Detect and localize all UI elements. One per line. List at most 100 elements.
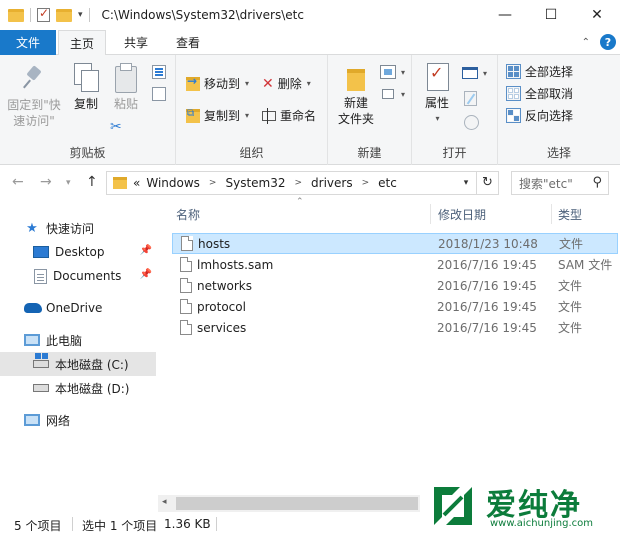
customize-toolbar-dropdown[interactable]: ▾ xyxy=(78,10,83,20)
paste-label: 粘贴 xyxy=(113,97,138,111)
open-button[interactable]: ▾ xyxy=(462,67,487,79)
organize-group: 移动到 ▾ 复制到 ▾ ✕ 删除 ▾ 重命名 组织 xyxy=(176,55,328,165)
chevron-right-icon[interactable]: > xyxy=(295,178,303,188)
file-icon xyxy=(180,257,192,272)
chevron-right-icon[interactable]: > xyxy=(362,178,370,188)
breadcrumb-drivers[interactable]: drivers xyxy=(311,176,353,190)
close-button[interactable]: ✕ xyxy=(574,0,620,30)
copy-icon xyxy=(74,63,99,92)
table-row[interactable]: lmhosts.sam 2016/7/16 19:45 SAM 文件 xyxy=(172,254,618,275)
nav-this-pc-label: 此电脑 xyxy=(46,333,83,348)
rename-label: 重命名 xyxy=(280,109,317,123)
search-placeholder: 搜索"etc" xyxy=(519,176,573,191)
scroll-left-icon[interactable]: ◂ xyxy=(162,497,167,507)
pin-icon xyxy=(23,65,45,91)
copy-button[interactable]: 复制 xyxy=(68,63,104,112)
help-icon[interactable]: ? xyxy=(600,34,616,50)
breadcrumb-system32[interactable]: System32 xyxy=(225,176,285,190)
watermark-logo xyxy=(434,487,472,525)
minimize-button[interactable]: — xyxy=(482,0,528,30)
tab-share[interactable]: 共享 xyxy=(112,30,160,55)
history-button[interactable] xyxy=(464,115,479,130)
select-all-label: 全部选择 xyxy=(525,65,574,79)
scissors-icon: ✂ xyxy=(110,119,122,135)
copy-to-button[interactable]: 复制到 ▾ xyxy=(186,107,249,124)
breadcrumb-etc[interactable]: etc xyxy=(378,176,397,190)
new-folder-button[interactable]: 新建 文件夹 xyxy=(336,63,376,127)
breadcrumb-overflow[interactable]: « xyxy=(133,176,140,190)
nav-local-disk-d[interactable]: 本地磁盘 (D:) xyxy=(0,376,156,400)
divider xyxy=(88,8,90,22)
open-group: 属性 ▾ ▾ 打开 xyxy=(412,55,498,165)
select-all-icon xyxy=(506,64,521,79)
delete-label: 删除 xyxy=(277,77,302,91)
move-to-button[interactable]: 移动到 ▾ xyxy=(186,74,249,92)
copy-path-button[interactable] xyxy=(152,65,166,79)
invert-selection-label: 反向选择 xyxy=(525,109,574,123)
nav-local-disk-c[interactable]: 本地磁盘 (C:) xyxy=(0,352,156,376)
tab-file[interactable]: 文件 xyxy=(0,30,56,55)
tab-view[interactable]: 查看 xyxy=(164,30,212,55)
new-group: 新建 文件夹 ▾ ▾ 新建 xyxy=(328,55,412,165)
nav-quick-access[interactable]: ★ 快速访问 xyxy=(0,216,156,240)
scrollbar-thumb[interactable] xyxy=(176,497,418,510)
nav-desktop[interactable]: Desktop 📌 xyxy=(0,240,156,264)
easy-access-button[interactable]: ▾ xyxy=(380,87,405,101)
properties-icon[interactable] xyxy=(37,6,50,22)
pin-quick-access-button[interactable]: 固定到"快速访问" xyxy=(4,65,64,129)
column-divider[interactable] xyxy=(551,204,552,224)
select-group: 全部选择 全部取消 反向选择 选择 xyxy=(498,55,620,165)
breadcrumb-windows[interactable]: Windows xyxy=(146,176,200,190)
chevron-right-icon[interactable]: > xyxy=(209,178,217,188)
move-to-label: 移动到 xyxy=(204,77,241,91)
column-header-name[interactable]: 名称 xyxy=(176,200,200,228)
open-window-icon xyxy=(462,67,478,79)
paste-shortcut-button[interactable] xyxy=(152,87,166,101)
pinned-icon: 📌 xyxy=(139,245,152,256)
search-icon[interactable]: ⚲ xyxy=(592,175,602,190)
tab-home[interactable]: 主页 xyxy=(58,30,106,56)
table-row[interactable]: networks 2016/7/16 19:45 文件 xyxy=(172,275,618,296)
maximize-button[interactable]: ☐ xyxy=(528,0,574,30)
nav-network[interactable]: 网络 xyxy=(0,408,156,432)
collapse-ribbon-icon[interactable]: ⌃ xyxy=(582,37,590,48)
new-group-label: 新建 xyxy=(357,146,382,160)
chevron-down-icon: ▾ xyxy=(245,111,250,120)
documents-icon xyxy=(34,268,47,284)
invert-selection-icon xyxy=(506,108,521,123)
invert-selection-button[interactable]: 反向选择 xyxy=(506,107,573,124)
refresh-button[interactable]: ↻ xyxy=(476,172,498,194)
paste-button[interactable]: 粘贴 xyxy=(108,63,144,112)
divider xyxy=(72,517,73,531)
new-item-button[interactable]: ▾ xyxy=(380,65,405,79)
address-history-dropdown[interactable]: ▾ xyxy=(456,178,476,188)
address-bar[interactable]: « Windows > System32 > drivers > etc ▾ ↻ xyxy=(106,171,499,195)
column-divider[interactable] xyxy=(430,204,431,224)
new-folder-icon[interactable] xyxy=(56,8,72,22)
table-row[interactable]: protocol 2016/7/16 19:45 文件 xyxy=(172,296,618,317)
column-header-type[interactable]: 类型 xyxy=(558,200,582,228)
properties-button[interactable]: 属性 ▾ xyxy=(420,63,454,127)
select-all-button[interactable]: 全部选择 xyxy=(506,63,573,80)
edit-button[interactable] xyxy=(464,91,477,106)
nav-onedrive[interactable]: OneDrive xyxy=(0,296,156,320)
rename-button[interactable]: 重命名 xyxy=(262,107,316,124)
delete-button[interactable]: ✕ 删除 ▾ xyxy=(262,75,311,92)
search-input[interactable]: 搜索"etc" ⚲ xyxy=(511,171,609,195)
file-type: 文件 xyxy=(558,321,583,335)
recent-locations-dropdown[interactable]: ▾ xyxy=(66,178,71,188)
nav-desktop-label: Desktop xyxy=(55,245,105,259)
back-button[interactable]: ← xyxy=(12,174,24,190)
nav-this-pc[interactable]: 此电脑 xyxy=(0,328,156,352)
nav-documents[interactable]: Documents 📌 xyxy=(0,264,156,288)
cut-button[interactable]: ✂ xyxy=(110,119,122,135)
file-type: 文件 xyxy=(558,279,583,293)
table-row[interactable]: services 2016/7/16 19:45 文件 xyxy=(172,317,618,338)
table-row[interactable]: hosts 2018/1/23 10:48 文件 xyxy=(172,233,618,254)
forward-button[interactable]: → xyxy=(40,174,52,190)
column-header-date[interactable]: 修改日期 xyxy=(438,200,486,228)
edit-icon xyxy=(464,91,477,106)
select-none-button[interactable]: 全部取消 xyxy=(506,85,573,102)
up-button[interactable]: ↑ xyxy=(86,174,98,190)
desktop-icon xyxy=(33,246,49,258)
